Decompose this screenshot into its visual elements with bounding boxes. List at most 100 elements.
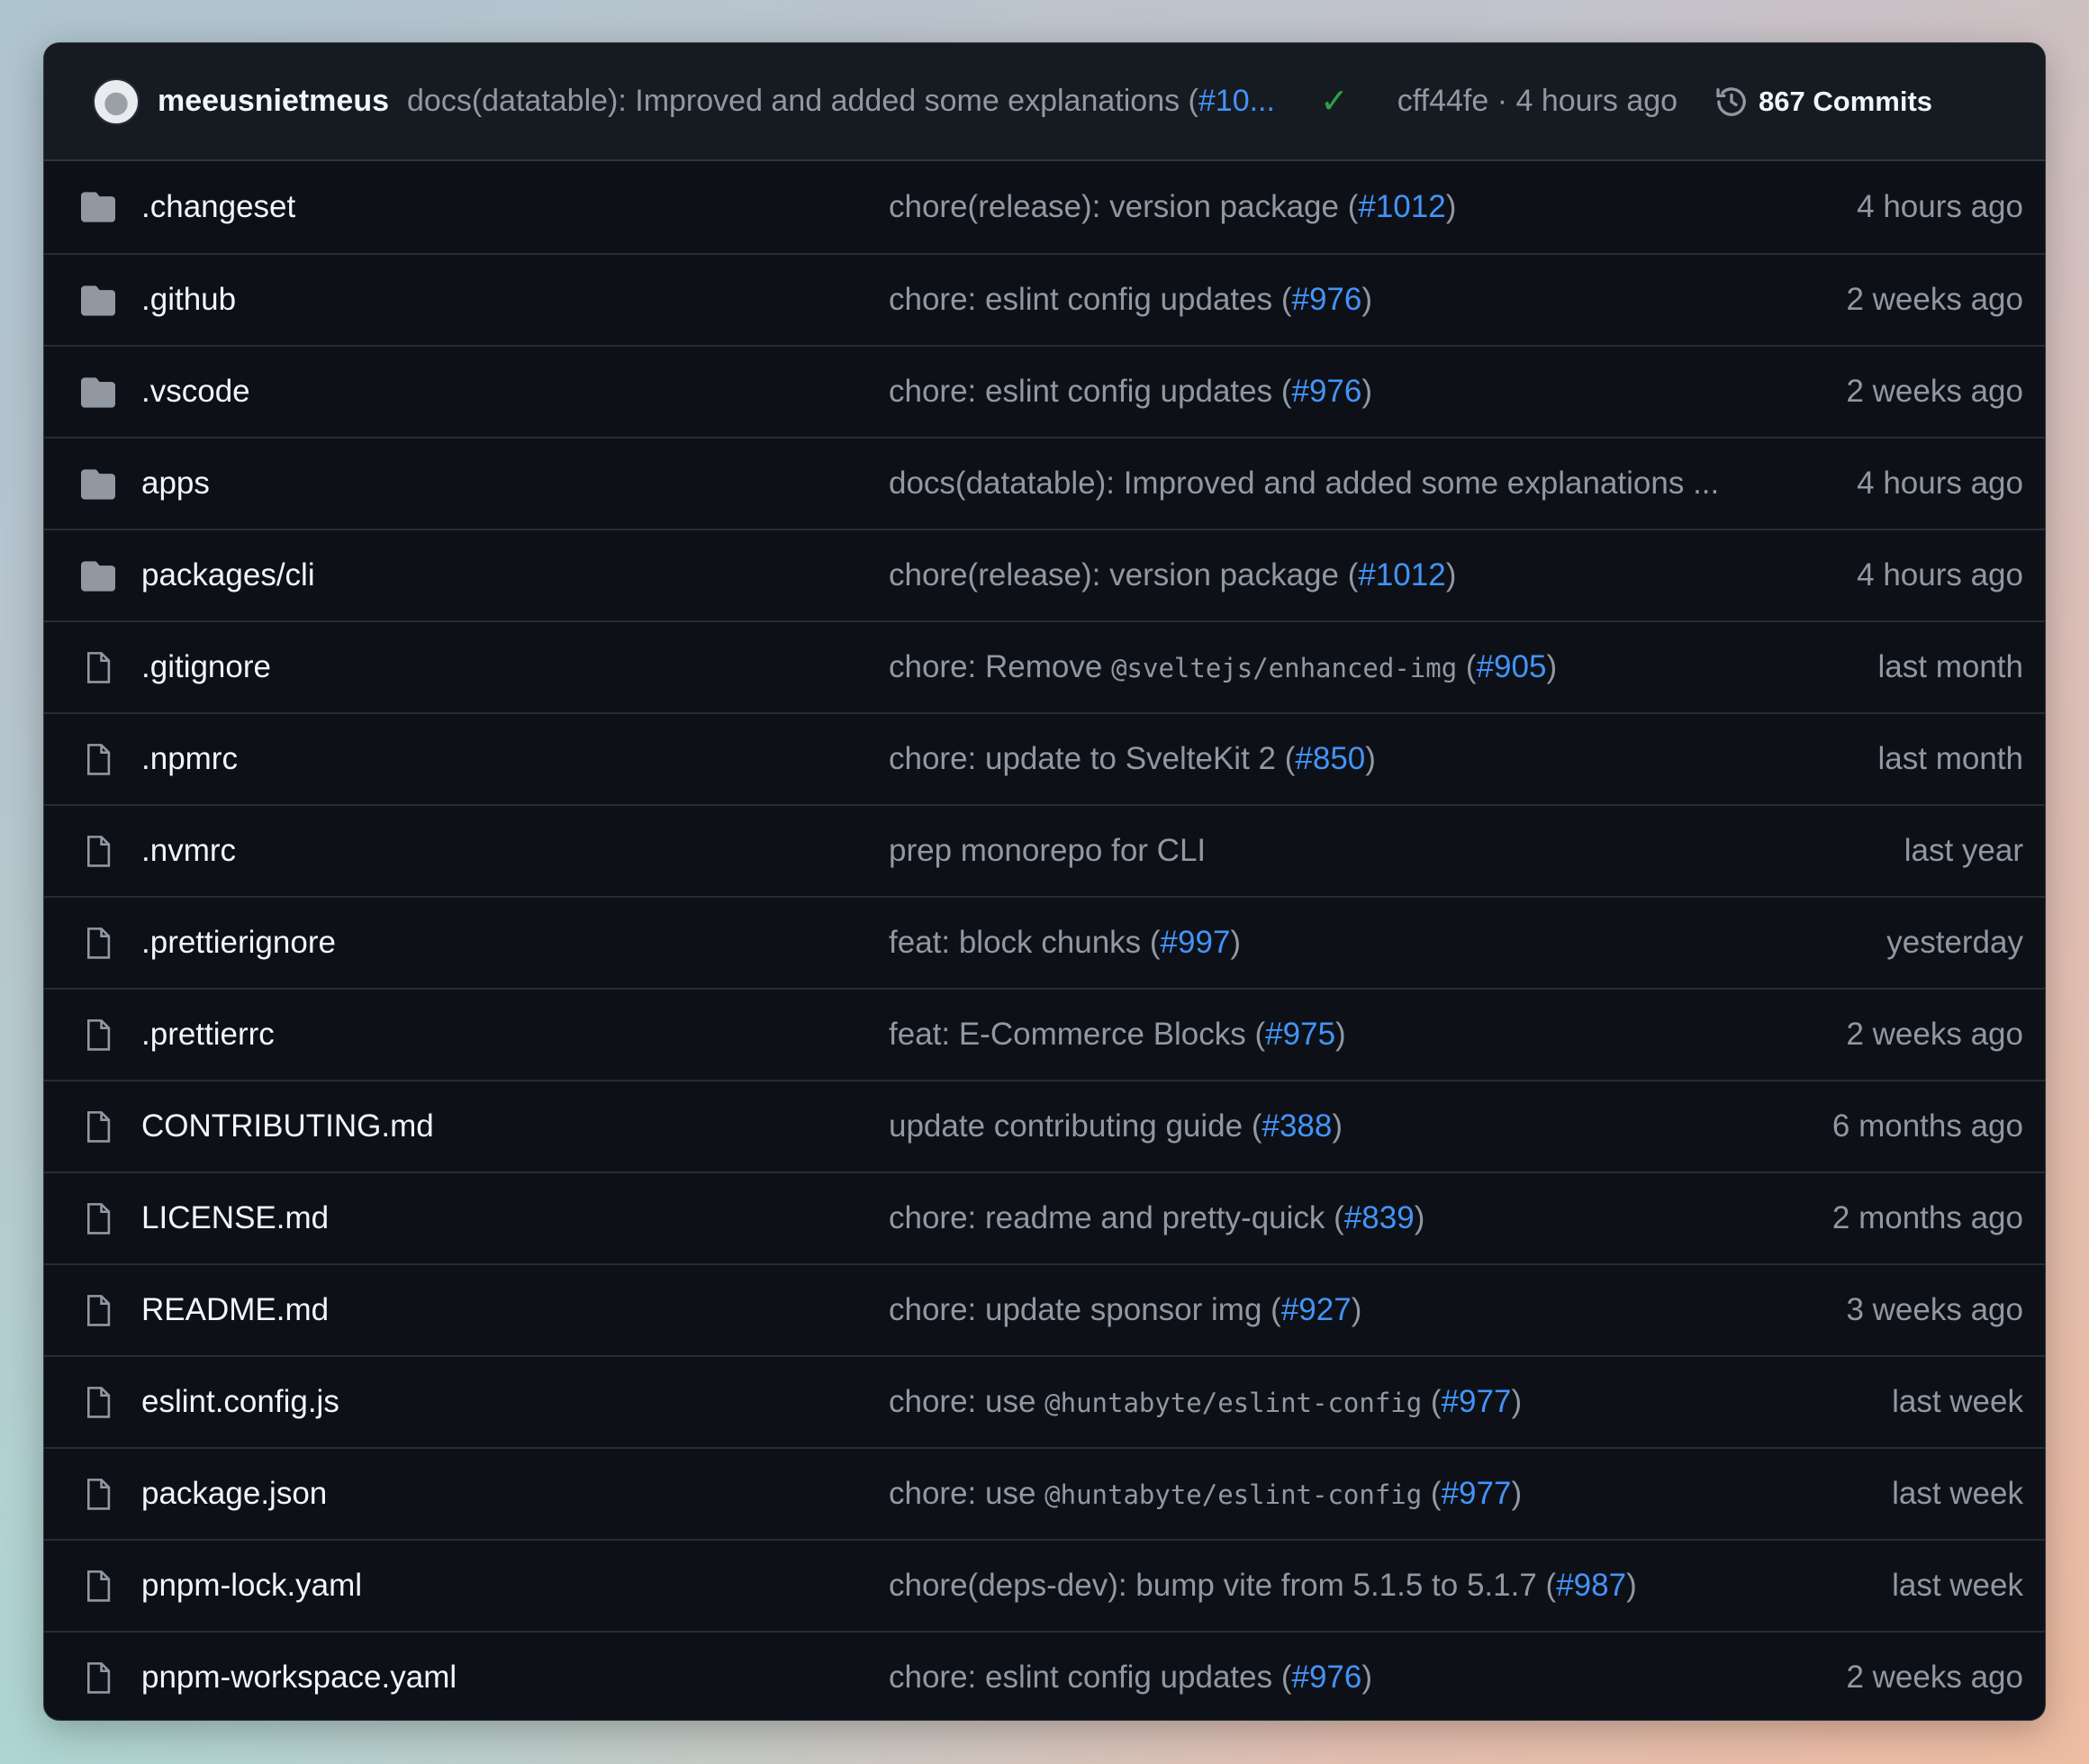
file-name[interactable]: .prettierrc [141,1017,275,1053]
file-row[interactable]: package.json chore: use @huntabyte/eslint… [44,1447,2045,1539]
file-name[interactable]: pnpm-lock.yaml [141,1568,362,1604]
commit-date: 4 hours ago [1857,557,2023,593]
file-name[interactable]: package.json [141,1476,327,1512]
file-name[interactable]: README.md [141,1292,329,1328]
commit-message[interactable]: docs(datatable): Improved and added some… [889,466,1719,502]
pr-link[interactable]: #1012 [1358,557,1445,593]
commit-code: @huntabyte/eslint-config [1044,1388,1423,1418]
commit-author[interactable]: meeusnietmeus [158,84,389,119]
file-name[interactable]: eslint.config.js [141,1384,339,1420]
pr-link[interactable]: #997 [1161,925,1231,960]
commit-message-text[interactable]: chore: eslint config updates [889,1660,1272,1695]
commit-date: last week [1892,1476,2023,1511]
commit-message-text[interactable]: feat: E-Commerce Blocks [889,1017,1246,1052]
commit-message-text[interactable]: chore(release): version package [889,557,1339,593]
commit-message[interactable]: chore: eslint config updates (#976) [889,282,1372,318]
commit-sha[interactable]: cff44fe [1397,84,1488,118]
file-row[interactable]: .prettierignore feat: block chunks (#997)… [44,896,2045,988]
pr-link[interactable]: #388 [1262,1108,1332,1144]
commit-message-text[interactable]: chore(release): version package [889,189,1339,224]
file-row[interactable]: CONTRIBUTING.md update contributing guide… [44,1080,2045,1171]
file-row[interactable]: .changeset chore(release): version packag… [44,161,2045,253]
file-row[interactable]: .gitignore chore: Remove @sveltejs/enhanc… [44,620,2045,712]
commit-message[interactable]: chore: eslint config updates (#976) [889,374,1372,410]
file-row[interactable]: pnpm-lock.yaml chore(deps-dev): bump vite… [44,1539,2045,1631]
file-name[interactable]: packages/cli [141,557,315,593]
commit-message[interactable]: chore: update to SvelteKit 2 (#850) [889,741,1376,777]
commit-message-text[interactable]: chore: readme and pretty-quick [889,1200,1325,1235]
commit-message[interactable]: update contributing guide (#388) [889,1108,1343,1144]
author-avatar[interactable] [93,77,140,125]
commit-message-text[interactable]: prep monorepo for CLI [889,833,1206,868]
commit-message[interactable]: chore: use @huntabyte/eslint-config (#97… [889,1384,1522,1420]
pr-link[interactable]: #1012 [1358,189,1445,224]
commit-time: · 4 hours ago [1497,84,1678,118]
commit-message[interactable]: feat: E-Commerce Blocks (#975) [889,1017,1346,1053]
commit-message-text[interactable]: chore: Remove [889,649,1102,684]
commit-message[interactable]: chore: eslint config updates (#976) [889,1660,1372,1696]
file-row[interactable]: .github chore: eslint config updates (#97… [44,253,2045,345]
pr-link[interactable]: #987 [1556,1568,1626,1603]
file-row[interactable]: LICENSE.md chore: readme and pretty-quick… [44,1171,2045,1263]
commit-message-text[interactable]: chore: eslint config updates [889,374,1272,409]
pr-link[interactable]: #927 [1281,1292,1352,1327]
commit-message-text[interactable]: chore: use [889,1476,1035,1511]
file-name[interactable]: .vscode [141,374,250,410]
commit-message[interactable]: chore(release): version package (#1012) [889,557,1456,593]
commit-message-text[interactable]: docs(datatable): Improved and added some… [407,84,1198,118]
pr-link[interactable]: #839 [1344,1200,1415,1235]
file-row[interactable]: apps docs(datatable): Improved and added … [44,437,2045,529]
commit-message[interactable]: chore: Remove @sveltejs/enhanced-img (#9… [889,649,1557,685]
commit-date: last week [1892,1568,2023,1603]
file-name[interactable]: apps [141,466,210,502]
pr-link[interactable]: #977 [1442,1384,1512,1419]
commit-message-text[interactable]: chore: update sponsor img [889,1292,1262,1327]
commit-message-text[interactable]: chore: use [889,1384,1035,1419]
check-icon[interactable]: ✓ [1320,81,1349,122]
commit-message[interactable]: chore: use @huntabyte/eslint-config (#97… [889,1476,1522,1512]
commit-message-text[interactable]: feat: block chunks [889,925,1141,960]
file-name[interactable]: LICENSE.md [141,1200,329,1236]
file-name[interactable]: .prettierignore [141,925,336,961]
commit-message[interactable]: chore(release): version package (#1012) [889,189,1456,225]
file-name[interactable]: .github [141,282,236,318]
pr-link[interactable]: #977 [1442,1476,1512,1511]
commits-link[interactable]: 867 Commits [1759,86,1932,118]
commit-message-text[interactable]: update contributing guide [889,1108,1243,1144]
file-name[interactable]: CONTRIBUTING.md [141,1108,434,1144]
commit-date: 2 months ago [1831,1200,2023,1235]
file-name[interactable]: pnpm-workspace.yaml [141,1660,457,1696]
file-row[interactable]: eslint.config.js chore: use @huntabyte/es… [44,1355,2045,1447]
file-row[interactable]: README.md chore: update sponsor img (#927… [44,1263,2045,1355]
file-list: .changeset chore(release): version packag… [44,161,2045,1720]
file-name[interactable]: .npmrc [141,741,238,777]
file-row[interactable]: .npmrc chore: update to SvelteKit 2 (#850… [44,712,2045,804]
file-row[interactable]: pnpm-workspace.yaml chore: eslint config … [44,1631,2045,1720]
file-row[interactable]: packages/cli chore(release): version pack… [44,529,2045,620]
commit-message-text[interactable]: chore: update to SvelteKit 2 [889,741,1276,776]
file-row[interactable]: .vscode chore: eslint config updates (#97… [44,345,2045,437]
commit-message[interactable]: prep monorepo for CLI [889,833,1206,869]
commit-message-text[interactable]: chore(deps-dev): bump vite from 5.1.5 to… [889,1568,1537,1603]
pr-link[interactable]: #976 [1292,282,1362,317]
file-icon [80,1478,116,1512]
commit-message[interactable]: feat: block chunks (#997) [889,925,1241,961]
commit-message[interactable]: chore: readme and pretty-quick (#839) [889,1200,1424,1236]
file-name[interactable]: .nvmrc [141,833,236,869]
pr-link[interactable]: #975 [1265,1017,1335,1052]
pr-link[interactable]: #976 [1292,1660,1362,1695]
history-icon[interactable] [1714,84,1750,120]
file-name[interactable]: .changeset [141,189,295,225]
file-row[interactable]: .nvmrc prep monorepo for CLI last year [44,804,2045,896]
commit-message[interactable]: chore(deps-dev): bump vite from 5.1.5 to… [889,1568,1637,1604]
commit-message-text[interactable]: docs(datatable): Improved and added some… [889,466,1719,501]
pr-link[interactable]: #905 [1477,649,1547,684]
file-row[interactable]: .prettierrc feat: E-Commerce Blocks (#975… [44,988,2045,1080]
commit-message-text[interactable]: chore: eslint config updates [889,282,1272,317]
commit-pr-link[interactable]: #10... [1198,84,1275,118]
file-name[interactable]: .gitignore [141,649,271,685]
commit-message[interactable]: docs(datatable): Improved and added some… [407,84,1275,119]
pr-link[interactable]: #976 [1292,374,1362,409]
commit-message[interactable]: chore: update sponsor img (#927) [889,1292,1361,1328]
pr-link[interactable]: #850 [1295,741,1365,776]
